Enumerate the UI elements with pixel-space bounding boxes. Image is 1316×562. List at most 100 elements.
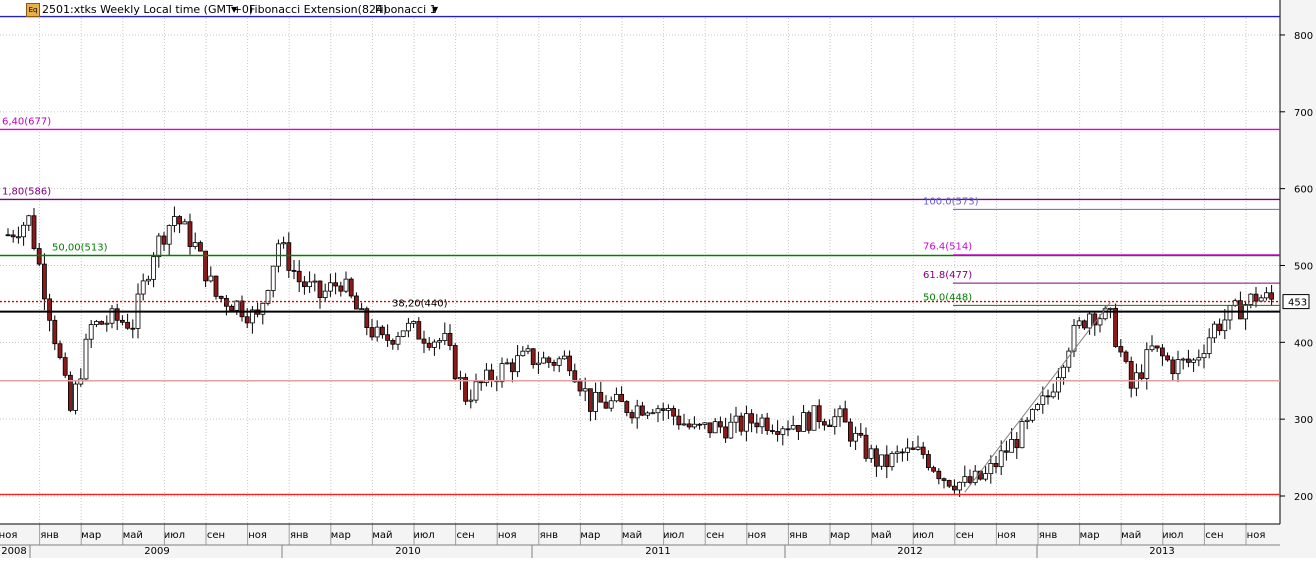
month-tick-label: ноя (0, 530, 17, 541)
chevron-down-icon[interactable]: ▼ (231, 5, 237, 14)
candle-body (161, 235, 167, 245)
candle-body (426, 342, 432, 348)
candle-body (723, 426, 728, 439)
candle-body (780, 428, 786, 435)
candle-body (452, 345, 458, 380)
month-tick-label: май (622, 530, 642, 541)
month-tick-label: янв (40, 530, 59, 541)
level-label: 38,20(440) (392, 299, 448, 310)
candle-body (967, 476, 973, 483)
candle-body (229, 305, 235, 311)
candle-body (733, 415, 739, 423)
candle-body (718, 421, 723, 428)
fib-retrace-label[interactable]: Fibonacci 1 (375, 3, 437, 16)
chart-area[interactable]: ноя янв мар май июл сен ноя янв мар май июл сен ноя я… (0, 0, 1316, 558)
candle-body (738, 415, 744, 432)
candle-body (57, 343, 63, 358)
month-tick-label: мар (331, 530, 351, 541)
fib-retracement-label: 61.8(477) (923, 270, 972, 281)
candle-body (296, 270, 302, 283)
chevron-down-icon[interactable]: ▼ (432, 5, 438, 14)
candle-body (894, 451, 900, 454)
candle-body (842, 408, 848, 423)
candle-body (915, 446, 921, 450)
year-tick-label: 2010 (395, 546, 420, 557)
candle-body (728, 421, 734, 439)
candle-body (1076, 320, 1082, 326)
candle-body (676, 415, 682, 426)
candle-body (83, 338, 89, 380)
candle-body (1097, 318, 1103, 326)
candle-body (525, 348, 531, 352)
candle-body (707, 422, 713, 434)
year-tick-label: 2008 (1, 546, 26, 557)
candle-body (120, 319, 125, 323)
candle-body (312, 280, 318, 283)
month-tick-label: сен (956, 530, 974, 541)
price-tick-label: 400 (1294, 338, 1313, 349)
candle-body (811, 405, 817, 431)
candle-body (213, 275, 219, 297)
candle-body (640, 405, 645, 416)
price-tick-label: 300 (1294, 415, 1313, 426)
chart-background (0, 0, 1316, 558)
month-tick-label: янв (540, 530, 559, 541)
candle-body (260, 302, 266, 315)
candle-body (281, 242, 287, 245)
candle-body (931, 467, 936, 472)
candle-body (52, 319, 58, 345)
candle-body (582, 388, 588, 392)
candle-body (801, 412, 806, 432)
chart-app-icon[interactable]: Eq (26, 3, 40, 17)
chart-toolbar: Eq 2501:xtks Weekly Local time (GMT+0) ▼… (0, 0, 1280, 18)
candle-body (744, 413, 749, 432)
month-tick-label: ноя (498, 530, 517, 541)
candle-body (385, 334, 391, 341)
candle-body (1180, 358, 1186, 361)
candle-body (900, 451, 905, 454)
candle-body (1165, 355, 1170, 361)
candle-body (317, 280, 323, 298)
candle-body (390, 339, 396, 345)
candle-body (702, 422, 708, 425)
month-tick-label: ноя (248, 530, 267, 541)
candle-body (353, 295, 359, 310)
candle-body (88, 324, 94, 340)
candle-body (1030, 409, 1035, 421)
candle-body (749, 413, 754, 424)
candle-body (837, 408, 843, 418)
candle-body (816, 405, 822, 423)
candle-body (827, 424, 832, 428)
candle-body (457, 377, 463, 380)
candle-body (1227, 305, 1233, 321)
candle-body (910, 447, 916, 450)
candle-body (1061, 366, 1066, 379)
candle-body (1139, 372, 1144, 379)
candle-body (1258, 297, 1264, 302)
level-label: 50,00(513) (52, 242, 108, 253)
candle-body (379, 326, 385, 336)
month-tick-label: май (1121, 530, 1141, 541)
candle-body (796, 424, 801, 432)
candle-body (504, 362, 510, 365)
candle-body (530, 348, 536, 365)
candle-body (1019, 421, 1025, 449)
candle-body (775, 431, 780, 435)
candle-body (692, 423, 697, 428)
candle-body (244, 316, 250, 324)
candle-body (1108, 307, 1113, 310)
candle-body (10, 234, 16, 238)
price-tick-label: 600 (1294, 185, 1313, 196)
month-tick-label: ноя (1247, 530, 1266, 541)
candle-body (1269, 292, 1274, 300)
candle-body (546, 357, 552, 363)
year-tick-label: 2012 (897, 546, 922, 557)
candle-body (645, 412, 650, 416)
candle-body (369, 327, 375, 338)
candle-body (785, 428, 791, 431)
fib-extension-label[interactable]: Fibonacci Extension(824) (249, 3, 387, 16)
candle-body (936, 470, 942, 480)
year-tick-label: 2011 (645, 546, 670, 557)
symbol-label[interactable]: 2501:xtks Weekly Local time (GMT+0) (42, 3, 253, 16)
price-chart[interactable]: ноя янв мар май июл сен ноя янв мар май июл сен ноя я… (0, 0, 1316, 558)
